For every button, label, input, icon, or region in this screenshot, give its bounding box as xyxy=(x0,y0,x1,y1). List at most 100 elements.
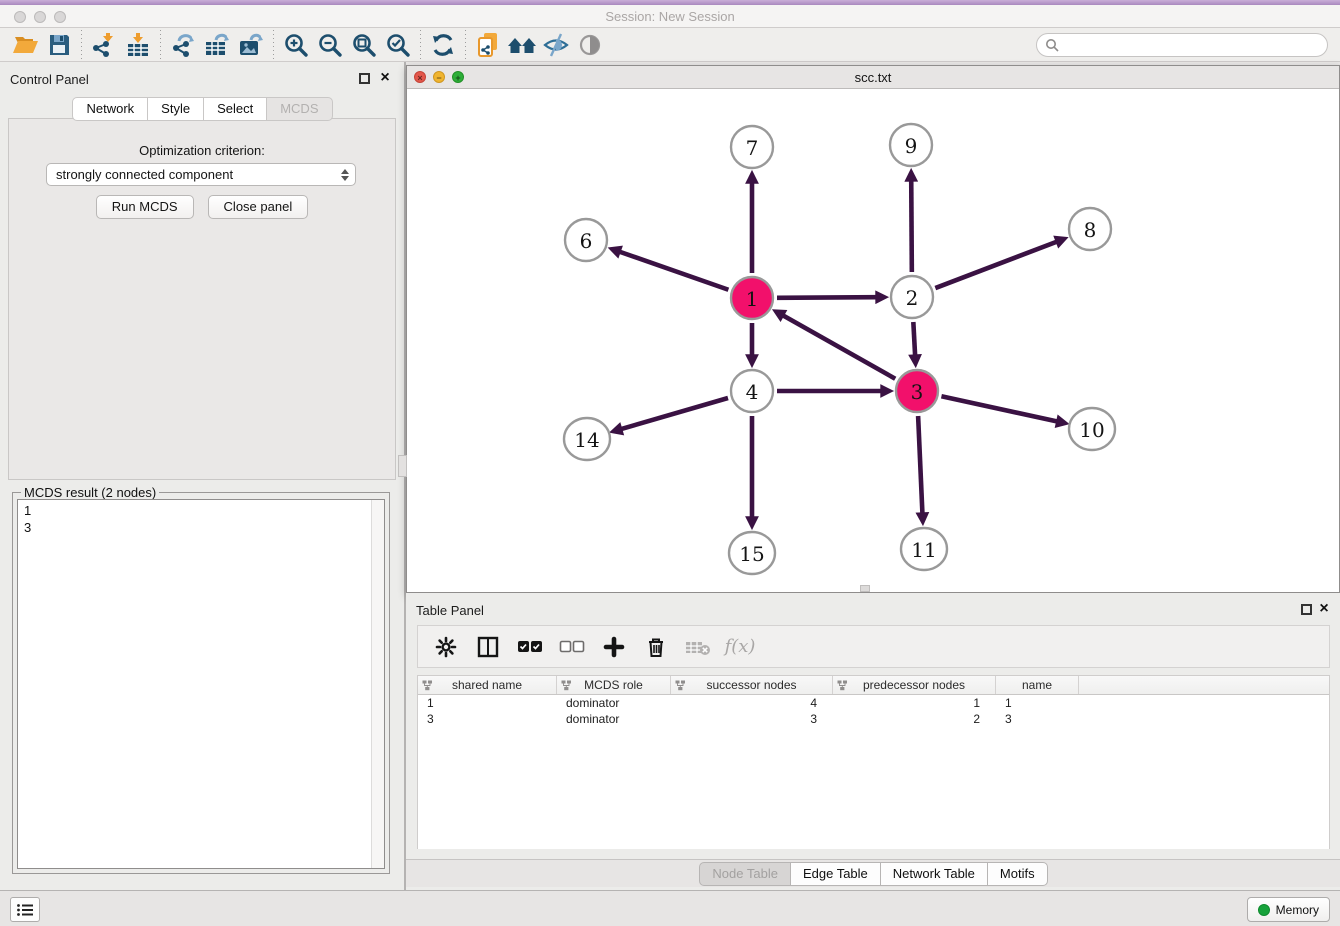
tab-style[interactable]: Style xyxy=(147,97,204,121)
graph-edge-3-10[interactable] xyxy=(941,396,1056,421)
mcds-result-text: 1 3 xyxy=(24,502,31,536)
import-network-icon[interactable] xyxy=(87,30,121,60)
table-panel: Table Panel × xyxy=(406,593,1340,890)
control-panel: Control Panel × Network Style Select MCD… xyxy=(0,62,404,890)
import-table-icon[interactable] xyxy=(121,30,155,60)
cell-successor-nodes[interactable]: 4 xyxy=(671,695,833,711)
tab-mcds[interactable]: MCDS xyxy=(266,97,332,121)
graph-node-label-14: 14 xyxy=(574,428,599,452)
graph-edge-3-11[interactable] xyxy=(918,416,922,513)
table-row[interactable]: 3 dominator 3 2 3 xyxy=(418,711,1329,727)
toolbar-separator xyxy=(273,30,274,60)
deselect-all-icon[interactable] xyxy=(554,630,590,664)
cell-successor-nodes[interactable]: 3 xyxy=(671,711,833,727)
column-header-predecessor-nodes[interactable]: predecessor nodes xyxy=(833,676,996,694)
cell-name[interactable]: 3 xyxy=(996,711,1079,727)
close-panel-button[interactable]: Close panel xyxy=(208,195,309,219)
cell-shared-name[interactable]: 3 xyxy=(418,711,557,727)
control-panel-tabs: Network Style Select MCDS xyxy=(0,97,404,121)
graph-edge-1-2[interactable] xyxy=(777,297,876,298)
graph-node-label-1: 1 xyxy=(746,287,759,311)
tab-network-table[interactable]: Network Table xyxy=(880,862,988,886)
tab-node-table[interactable]: Node Table xyxy=(699,862,791,886)
zoom-in-icon[interactable] xyxy=(279,30,313,60)
horizontal-divider-grip[interactable] xyxy=(860,585,870,592)
node-table[interactable]: shared name MCDS role successor nodes pr… xyxy=(417,675,1330,849)
column-sort-icon xyxy=(675,680,686,691)
application-window: Session: New Session xyxy=(0,0,1340,926)
memory-status-icon xyxy=(1258,904,1270,916)
refresh-icon[interactable] xyxy=(426,30,460,60)
float-panel-icon[interactable] xyxy=(359,73,370,84)
cell-mcds-role[interactable]: dominator xyxy=(557,711,671,727)
table-row[interactable]: 1 dominator 4 1 1 xyxy=(418,695,1329,711)
cell-predecessor-nodes[interactable]: 1 xyxy=(833,695,996,711)
cell-shared-name[interactable]: 1 xyxy=(418,695,557,711)
delete-column-trash-icon[interactable] xyxy=(638,630,674,664)
cell-mcds-role[interactable]: dominator xyxy=(557,695,671,711)
close-table-panel-icon[interactable]: × xyxy=(1317,601,1331,617)
memory-button[interactable]: Memory xyxy=(1247,897,1330,922)
memory-label: Memory xyxy=(1276,903,1319,917)
task-history-button[interactable] xyxy=(10,897,40,922)
network-window-title: scc.txt xyxy=(407,70,1339,85)
export-table-icon[interactable] xyxy=(200,30,234,60)
graph-edge-2-9[interactable] xyxy=(911,181,912,272)
column-header-name[interactable]: name xyxy=(996,676,1079,694)
toolbar-separator xyxy=(81,30,82,60)
tab-network[interactable]: Network xyxy=(72,97,148,121)
graph-node-label-6: 6 xyxy=(580,229,593,253)
toolbar-separator xyxy=(465,30,466,60)
toolbar-separator xyxy=(420,30,421,60)
export-image-icon[interactable] xyxy=(234,30,268,60)
float-table-panel-icon[interactable] xyxy=(1301,604,1312,615)
table-panel-header: Table Panel × xyxy=(406,601,1340,621)
graph-edge-3-1[interactable] xyxy=(783,316,895,379)
search-input[interactable] xyxy=(1060,36,1327,54)
cell-name[interactable]: 1 xyxy=(996,695,1079,711)
select-all-icon[interactable] xyxy=(512,630,548,664)
select-stepper-icon xyxy=(335,164,355,185)
zoom-out-icon[interactable] xyxy=(313,30,347,60)
column-header-successor-nodes[interactable]: successor nodes xyxy=(671,676,833,694)
close-panel-icon[interactable]: × xyxy=(378,70,392,86)
panel-divider-grip[interactable] xyxy=(398,455,407,477)
optimization-criterion-select[interactable]: strongly connected component xyxy=(46,163,356,186)
network-window-titlebar[interactable]: × − + scc.txt xyxy=(407,66,1339,89)
mcds-result-box[interactable]: 1 3 xyxy=(17,499,385,869)
settings-gear-icon[interactable] xyxy=(428,630,464,664)
window-title: Session: New Session xyxy=(0,9,1340,24)
zoom-fit-icon[interactable] xyxy=(347,30,381,60)
graph-edge-2-3[interactable] xyxy=(913,322,915,355)
open-session-icon[interactable] xyxy=(8,30,42,60)
function-builder-icon: f(x) xyxy=(722,630,758,664)
main-toolbar xyxy=(0,28,1340,62)
column-header-mcds-role[interactable]: MCDS role xyxy=(557,676,671,694)
hide-graphics-icon[interactable] xyxy=(539,30,573,60)
run-mcds-button[interactable]: Run MCDS xyxy=(96,195,194,219)
tab-select[interactable]: Select xyxy=(203,97,267,121)
apply-layout-icon[interactable] xyxy=(505,30,539,60)
status-bar: Memory xyxy=(0,890,1340,926)
table-panel-title: Table Panel xyxy=(416,603,484,618)
optimization-criterion-label: Optimization criterion: xyxy=(9,143,395,158)
graph-edge-2-8[interactable] xyxy=(935,242,1056,288)
tab-motifs[interactable]: Motifs xyxy=(987,862,1048,886)
save-session-icon[interactable] xyxy=(42,30,76,60)
table-tabs-strip: Node Table Edge Table Network Table Moti… xyxy=(406,859,1340,887)
clone-network-icon[interactable] xyxy=(471,30,505,60)
export-network-icon[interactable] xyxy=(166,30,200,60)
column-visibility-icon[interactable] xyxy=(470,630,506,664)
search-field[interactable] xyxy=(1036,33,1328,57)
graph-edge-4-14[interactable] xyxy=(622,398,728,429)
network-canvas[interactable]: 7968124314101511 xyxy=(407,89,1339,592)
graph-edge-1-6[interactable] xyxy=(620,252,728,290)
column-header-shared-name[interactable]: shared name xyxy=(418,676,557,694)
result-scrollbar[interactable] xyxy=(371,500,384,868)
zoom-selected-icon[interactable] xyxy=(381,30,415,60)
tab-edge-table[interactable]: Edge Table xyxy=(790,862,881,886)
add-column-icon[interactable] xyxy=(596,630,632,664)
control-panel-title: Control Panel xyxy=(10,72,89,87)
cell-predecessor-nodes[interactable]: 2 xyxy=(833,711,996,727)
graph-node-label-15: 15 xyxy=(739,542,764,566)
